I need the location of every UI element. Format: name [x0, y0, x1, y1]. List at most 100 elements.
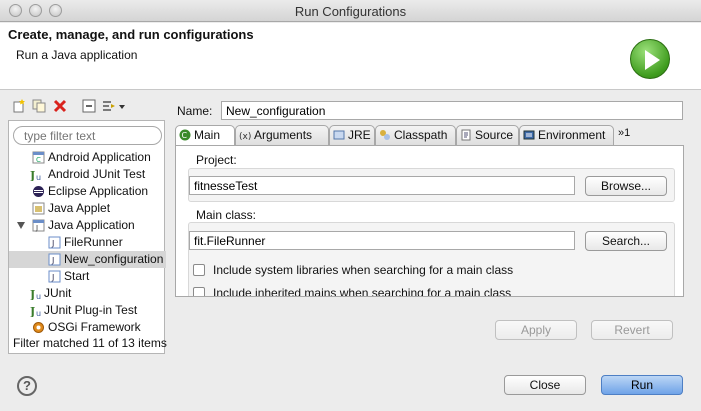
tree-item-label: JUnit Plug-in Test — [44, 303, 138, 317]
dropdown-arrow-icon[interactable] — [118, 99, 126, 113]
run-icon — [630, 39, 670, 79]
svg-text:J: J — [30, 288, 35, 300]
tab-environment[interactable]: Environment — [519, 125, 614, 145]
tab-arguments[interactable]: (x) Arguments — [235, 125, 329, 145]
svg-text:J: J — [51, 273, 54, 282]
checkbox-label: Include inherited mains when searching f… — [213, 286, 512, 297]
java-config-icon: J — [48, 253, 61, 266]
tree-item-label: JUnit — [44, 286, 72, 300]
source-icon — [461, 129, 471, 141]
run-configurations-window: Run Configurations Create, manage, and r… — [0, 0, 701, 411]
jre-icon — [333, 130, 345, 140]
tab-classpath[interactable]: Classpath — [375, 125, 456, 145]
tree-item-label: Java Applet — [48, 201, 111, 215]
tree-item-android-junit-test[interactable]: J u Android JUnit Test — [9, 166, 166, 183]
collapse-all-icon[interactable] — [82, 99, 96, 113]
duplicate-icon[interactable] — [32, 99, 46, 113]
eclipse-icon — [33, 186, 44, 197]
help-icon[interactable]: ? — [17, 376, 37, 396]
tree-item-osgi-framework[interactable]: OSGi Framework — [9, 319, 166, 336]
classpath-icon — [380, 130, 390, 140]
java-applet-icon — [32, 202, 45, 215]
tab-overflow-button[interactable]: »1 — [618, 127, 630, 139]
svg-text:J: J — [30, 169, 35, 181]
junit-plugin-icon: J u — [30, 305, 41, 317]
main-class-group: Search... Include system libraries when … — [188, 222, 675, 297]
tree-item-label: Java Application — [48, 218, 135, 232]
svg-text:C: C — [36, 156, 41, 164]
checkbox-box[interactable] — [193, 264, 205, 276]
tree-item-label: Android Application — [48, 150, 151, 164]
osgi-icon — [33, 322, 44, 333]
new-configuration-icon[interactable] — [12, 99, 26, 113]
configuration-tabs: C Main (x) Arguments JRE Classpath Source … — [175, 125, 684, 146]
tree-item-java-application[interactable]: J Java Application — [9, 217, 166, 234]
tree-item-start[interactable]: J Start — [9, 268, 166, 285]
tree-item-new-configuration[interactable]: J New_configuration — [9, 251, 166, 268]
tab-label: JRE — [348, 128, 371, 142]
tree-item-label: OSGi Framework — [48, 320, 141, 334]
project-input[interactable] — [189, 176, 575, 195]
tree-item-label: Android JUnit Test — [48, 167, 146, 181]
configuration-tree-panel: C Android Application J u Android JUnit … — [8, 120, 167, 354]
svg-text:J: J — [51, 239, 54, 248]
name-input[interactable] — [221, 101, 683, 120]
tab-label: Source — [475, 128, 514, 142]
tree-item-junit[interactable]: J u JUnit — [9, 285, 166, 302]
tab-label: Main — [194, 128, 221, 142]
tree-item-java-applet[interactable]: Java Applet — [9, 200, 166, 217]
filter-status: Filter matched 11 of 13 items — [13, 336, 167, 350]
tree-item-android-application[interactable]: C Android Application — [9, 149, 166, 166]
filter-input[interactable] — [13, 126, 162, 145]
svg-text:J: J — [35, 224, 38, 232]
revert-button[interactable]: Revert — [591, 320, 673, 340]
header-title: Create, manage, and run configurations — [8, 27, 254, 42]
tab-main[interactable]: C Main — [175, 125, 235, 146]
main-class-input[interactable] — [189, 231, 575, 250]
tree-item-filerunner[interactable]: J FileRunner — [9, 234, 166, 251]
browse-button[interactable]: Browse... — [585, 176, 667, 196]
main-tab-icon: C — [179, 129, 191, 141]
tree-item-label: New_configuration — [64, 252, 164, 266]
project-label: Project: — [196, 153, 237, 167]
junit-icon: J u — [30, 288, 41, 300]
run-button[interactable]: Run — [601, 375, 683, 395]
java-config-icon: J — [48, 236, 61, 249]
tab-source[interactable]: Source — [456, 125, 519, 145]
configuration-tree: C Android Application J u Android JUnit … — [9, 149, 166, 336]
svg-text:u: u — [36, 309, 41, 317]
filter-icon[interactable] — [102, 99, 116, 113]
delete-icon[interactable] — [53, 99, 67, 113]
close-button[interactable]: Close — [504, 375, 586, 395]
configuration-toolbar — [8, 98, 158, 116]
svg-text:u: u — [36, 292, 41, 300]
tree-item-label: Eclipse Application — [48, 184, 149, 198]
main-class-label: Main class: — [196, 208, 257, 222]
tree-item-eclipse-application[interactable]: Eclipse Application — [9, 183, 166, 200]
java-app-icon: J — [32, 219, 45, 232]
tab-jre[interactable]: JRE — [329, 125, 375, 145]
apply-button[interactable]: Apply — [495, 320, 577, 340]
junit-icon: J u — [30, 169, 41, 181]
window-title: Run Configurations — [294, 4, 407, 19]
svg-text:(x): (x) — [239, 132, 251, 141]
tree-item-junit-plugin-test[interactable]: J u JUnit Plug-in Test — [9, 302, 166, 319]
title-bar: Run Configurations — [0, 0, 701, 22]
svg-text:u: u — [36, 173, 41, 181]
environment-icon — [523, 130, 535, 140]
tab-label: Arguments — [254, 128, 313, 142]
search-button[interactable]: Search... — [585, 231, 667, 251]
main-tab-content: Project: Browse... Main class: Search...… — [175, 145, 684, 297]
checkbox-box[interactable] — [193, 287, 205, 296]
java-config-icon: J — [48, 270, 61, 283]
tab-label: Classpath — [394, 128, 448, 142]
checkbox-label: Include system libraries when searching … — [213, 263, 514, 277]
project-group: Browse... — [188, 168, 675, 202]
expand-triangle-icon[interactable] — [17, 222, 25, 229]
android-app-icon: C — [32, 151, 45, 164]
tab-label: Environment — [538, 128, 606, 142]
arguments-icon: (x) — [239, 132, 251, 141]
dialog-header: Create, manage, and run configurations R… — [0, 23, 701, 90]
name-label: Name: — [177, 104, 213, 118]
svg-text:C: C — [182, 131, 188, 140]
